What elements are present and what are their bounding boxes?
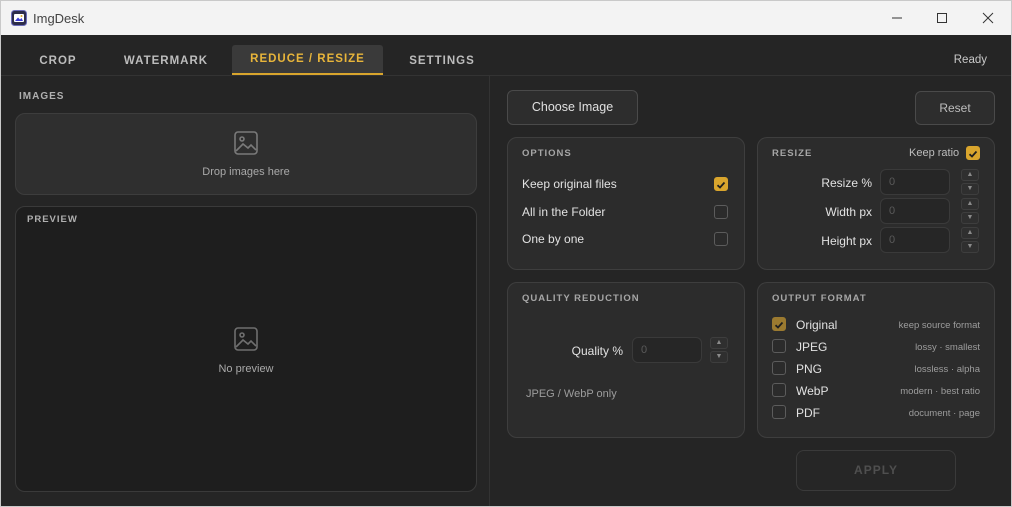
preview-placeholder-icon: [234, 327, 258, 351]
format-webp-label: WebP: [796, 384, 829, 398]
resize-title: RESIZE: [772, 148, 813, 159]
close-icon: [982, 12, 994, 24]
options-title: OPTIONS: [522, 148, 572, 159]
check-icon: [968, 150, 978, 158]
tab-settings[interactable]: SETTINGS: [399, 45, 485, 75]
height-px-decrement[interactable]: ▼: [961, 241, 979, 253]
width-px-decrement[interactable]: ▼: [961, 212, 979, 224]
choose-image-button[interactable]: Choose Image: [507, 90, 638, 125]
option-one-by-one-label: One by one: [522, 232, 585, 246]
maximize-icon: [937, 13, 947, 23]
option-keep-original-label: Keep original files: [522, 177, 617, 191]
check-icon: [774, 321, 784, 329]
minimize-icon: [892, 17, 902, 19]
close-button[interactable]: [965, 1, 1011, 35]
image-drop-zone[interactable]: Drop images here: [15, 113, 477, 195]
format-jpeg-checkbox[interactable]: [772, 339, 786, 353]
minimize-button[interactable]: [874, 1, 920, 35]
quality-card: QUALITY REDUCTION Quality % 0 ▲ ▼ JPEG /…: [507, 282, 745, 438]
quality-decrement[interactable]: ▼: [710, 351, 728, 363]
reset-button[interactable]: Reset: [915, 91, 995, 125]
all-in-folder-checkbox[interactable]: [714, 205, 728, 219]
width-px-label: Width px: [825, 205, 872, 219]
resize-percent-input[interactable]: 0: [880, 169, 950, 195]
quality-title: QUALITY REDUCTION: [522, 293, 640, 304]
format-webp-desc: modern · best ratio: [900, 386, 980, 397]
app-window: ImgDesk CROP WATERMARK REDUCE / RESIZE S…: [0, 0, 1012, 507]
tab-watermark[interactable]: WATERMARK: [111, 45, 221, 75]
format-jpeg-desc: lossy · smallest: [915, 342, 980, 353]
format-original-label: Original: [796, 318, 838, 332]
width-px-input[interactable]: 0: [880, 198, 950, 224]
no-preview-text: No preview: [218, 363, 274, 375]
app-logo-icon: [11, 10, 27, 26]
maximize-button[interactable]: [919, 1, 965, 35]
height-px-increment[interactable]: ▲: [961, 227, 979, 239]
image-placeholder-icon: [234, 131, 258, 155]
drop-images-text: Drop images here: [202, 166, 290, 178]
quality-percent-input[interactable]: 0: [632, 337, 702, 363]
format-original-checkbox[interactable]: [772, 317, 786, 331]
one-by-one-checkbox[interactable]: [714, 232, 728, 246]
quality-note: JPEG / WebP only: [526, 388, 617, 400]
images-label: IMAGES: [19, 91, 65, 102]
preview-panel: PREVIEW No preview: [15, 206, 477, 492]
check-icon: [716, 181, 726, 189]
title-bar: ImgDesk: [1, 1, 1011, 35]
keep-ratio-label: Keep ratio: [909, 147, 960, 159]
format-png-label: PNG: [796, 362, 823, 376]
status-text: Ready: [953, 54, 987, 66]
format-webp-checkbox[interactable]: [772, 383, 786, 397]
height-px-input[interactable]: 0: [880, 227, 950, 253]
keep-original-checkbox[interactable]: [714, 177, 728, 191]
keep-ratio-checkbox[interactable]: [966, 146, 980, 160]
format-pdf-checkbox[interactable]: [772, 405, 786, 419]
resize-percent-decrement[interactable]: ▼: [961, 183, 979, 195]
format-png-desc: lossless · alpha: [914, 364, 980, 375]
format-original-desc: keep source format: [898, 320, 980, 331]
quality-percent-label: Quality %: [571, 344, 623, 358]
quality-increment[interactable]: ▲: [710, 337, 728, 349]
options-card: OPTIONS Keep original files All in the F…: [507, 137, 745, 270]
resize-percent-label: Resize %: [821, 176, 872, 190]
width-px-increment[interactable]: ▲: [961, 198, 979, 210]
tab-bar: CROP WATERMARK REDUCE / RESIZE SETTINGS …: [1, 35, 1011, 76]
output-format-card: OUTPUT FORMAT Original keep source forma…: [757, 282, 995, 438]
tab-crop[interactable]: CROP: [25, 45, 91, 75]
height-px-label: Height px: [821, 234, 872, 248]
tab-reduce-resize[interactable]: REDUCE / RESIZE: [232, 45, 383, 75]
resize-percent-increment[interactable]: ▲: [961, 169, 979, 181]
window-title: ImgDesk: [33, 11, 85, 26]
format-jpeg-label: JPEG: [796, 340, 828, 354]
output-format-title: OUTPUT FORMAT: [772, 293, 867, 304]
format-pdf-label: PDF: [796, 406, 820, 420]
apply-button[interactable]: APPLY: [796, 450, 956, 491]
left-pane: IMAGES Drop images here PREVIEW No previ…: [1, 76, 490, 506]
format-png-checkbox[interactable]: [772, 361, 786, 375]
preview-label: PREVIEW: [27, 214, 78, 225]
format-pdf-desc: document · page: [908, 408, 980, 419]
resize-card: RESIZE Keep ratio Resize % 0 ▲ ▼ Width p…: [757, 137, 995, 270]
option-all-in-folder-label: All in the Folder: [522, 205, 606, 219]
